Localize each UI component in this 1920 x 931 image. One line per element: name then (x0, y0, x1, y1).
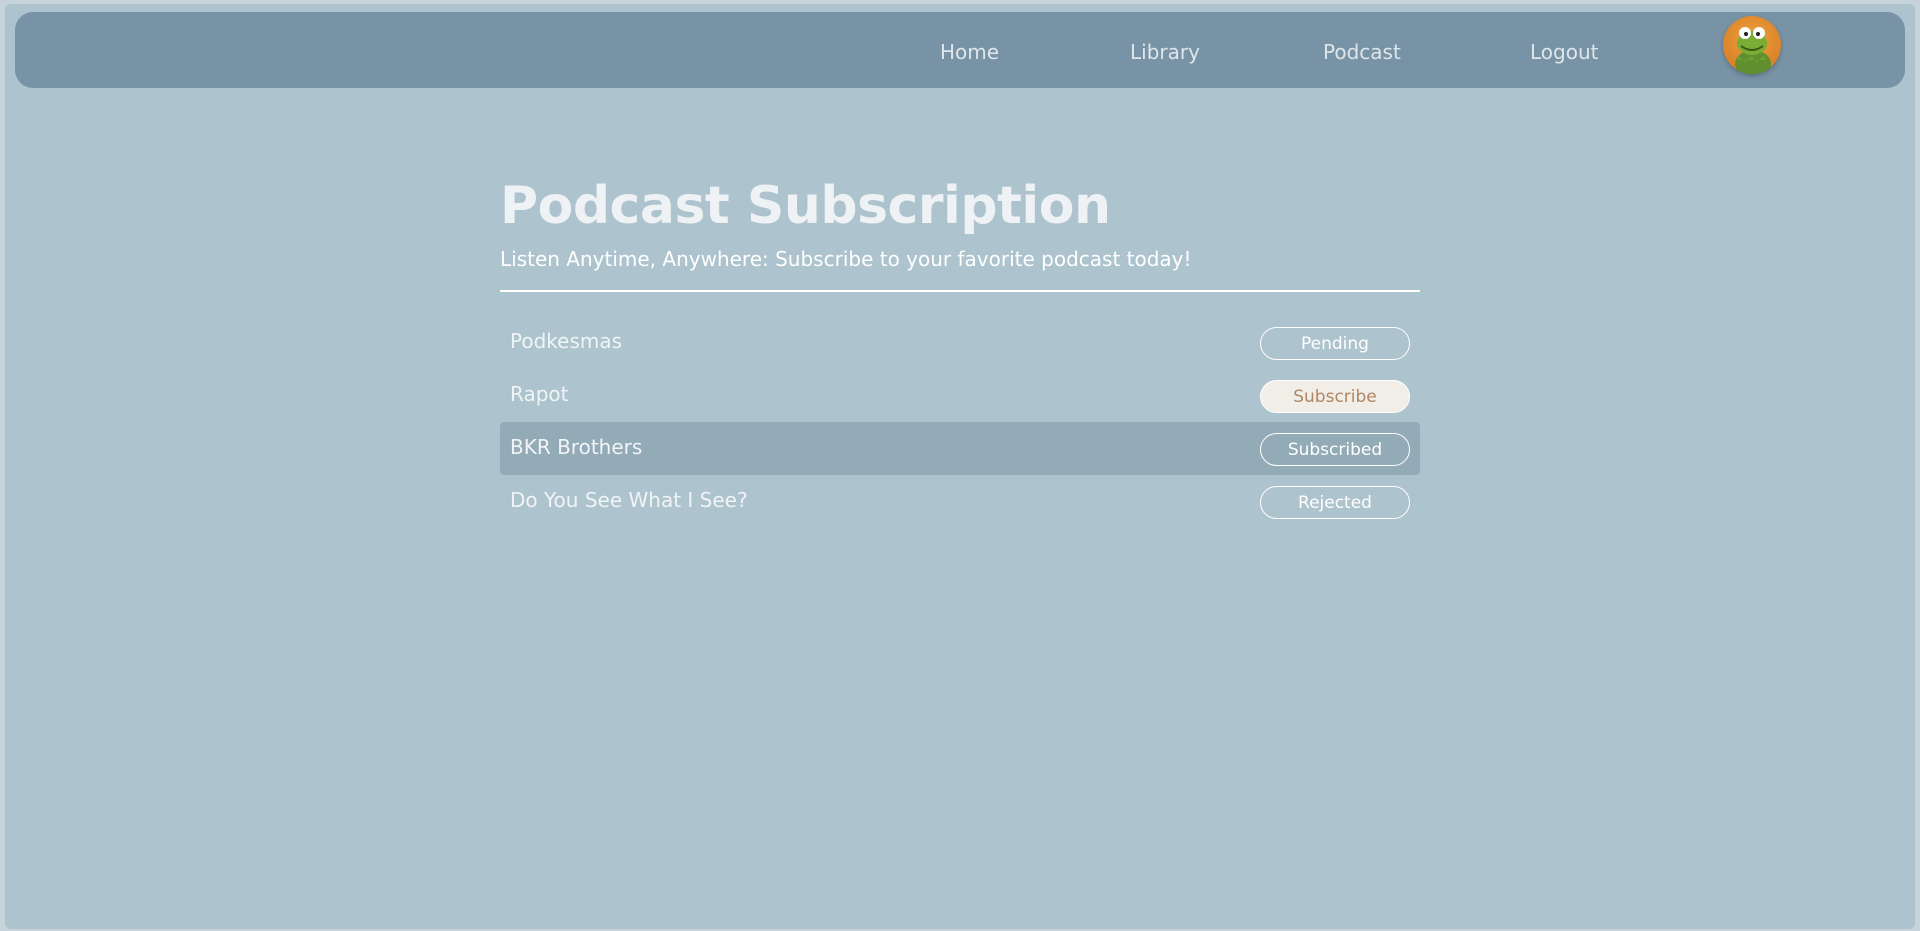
nav-library-link[interactable]: Library (1130, 40, 1200, 64)
top-navbar: Home Library Podcast Logout (15, 12, 1905, 88)
podcast-list: Podkesmas Pending Rapot Subscribe BKR Br… (500, 316, 1420, 528)
podcast-row: Podkesmas Pending (500, 316, 1420, 369)
nav-logout-link[interactable]: Logout (1530, 40, 1598, 64)
subscribe-button[interactable]: Subscribe (1260, 380, 1410, 413)
divider (500, 290, 1420, 292)
app-window: Home Library Podcast Logout Podcast Subs… (5, 4, 1915, 929)
podcast-row: Rapot Subscribe (500, 369, 1420, 422)
subscribed-button[interactable]: Subscribed (1260, 433, 1410, 466)
frog-avatar-icon (1735, 27, 1771, 74)
main-content: Podcast Subscription Listen Anytime, Any… (500, 174, 1420, 528)
user-avatar[interactable] (1723, 16, 1781, 74)
podcast-row: BKR Brothers Subscribed (500, 422, 1420, 475)
pending-button[interactable]: Pending (1260, 327, 1410, 360)
podcast-name: Podkesmas (510, 329, 623, 353)
page-title: Podcast Subscription (500, 176, 1111, 236)
podcast-name: Do You See What I See? (510, 488, 748, 512)
podcast-row: Do You See What I See? Rejected (500, 475, 1420, 528)
nav-podcast-link[interactable]: Podcast (1323, 40, 1401, 64)
podcast-name: BKR Brothers (510, 435, 643, 459)
rejected-button[interactable]: Rejected (1260, 486, 1410, 519)
podcast-name: Rapot (510, 382, 569, 406)
page-subtitle: Listen Anytime, Anywhere: Subscribe to y… (500, 247, 1192, 271)
nav-home-link[interactable]: Home (940, 40, 999, 64)
